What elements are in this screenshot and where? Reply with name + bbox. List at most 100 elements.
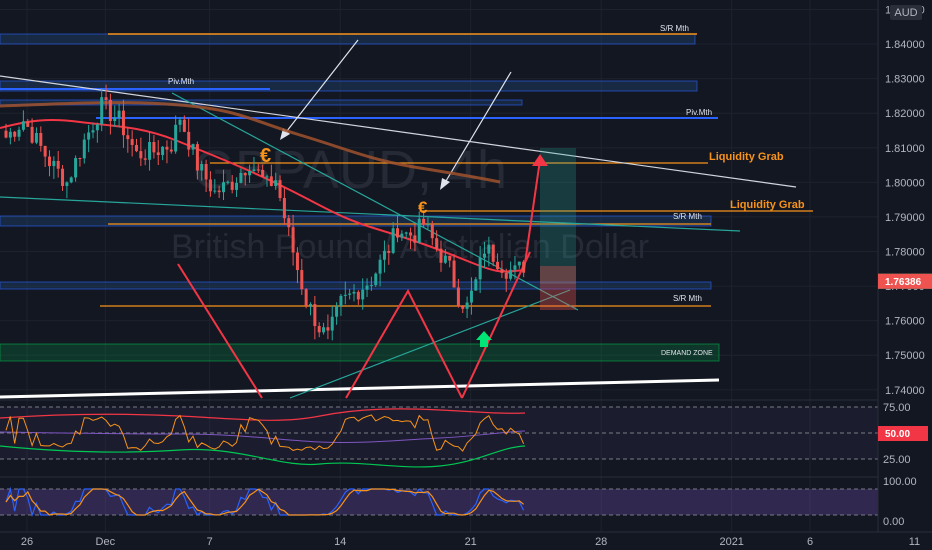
- candle-body[interactable]: [222, 182, 225, 193]
- candle-body[interactable]: [191, 144, 195, 150]
- candle-body[interactable]: [121, 110, 125, 136]
- candle-body[interactable]: [117, 110, 121, 118]
- candle-body[interactable]: [491, 244, 495, 262]
- candle-body[interactable]: [352, 291, 356, 294]
- candle-body[interactable]: [135, 144, 138, 152]
- candle-body[interactable]: [361, 289, 365, 300]
- candle-body[interactable]: [356, 291, 360, 300]
- candle-body[interactable]: [343, 294, 347, 296]
- candle-body[interactable]: [287, 218, 291, 228]
- candle-body[interactable]: [452, 260, 456, 288]
- candle-body[interactable]: [483, 253, 486, 258]
- candle-body[interactable]: [474, 279, 478, 291]
- candle-body[interactable]: [517, 261, 521, 266]
- candle-body[interactable]: [369, 285, 373, 287]
- candle-body[interactable]: [82, 139, 86, 159]
- candle-body[interactable]: [509, 269, 513, 279]
- candle-body[interactable]: [69, 177, 73, 183]
- candle-body[interactable]: [52, 160, 56, 167]
- candle-body[interactable]: [382, 250, 386, 260]
- candle-body[interactable]: [448, 255, 452, 261]
- candle-body[interactable]: [78, 158, 82, 160]
- candle-body[interactable]: [522, 261, 526, 273]
- candle-body[interactable]: [335, 306, 339, 317]
- candle-body[interactable]: [8, 131, 12, 138]
- candle-body[interactable]: [217, 190, 221, 193]
- candle-body[interactable]: [378, 259, 382, 274]
- candle-body[interactable]: [326, 327, 330, 331]
- candle-body[interactable]: [91, 130, 95, 133]
- candle-body[interactable]: [100, 97, 104, 125]
- candle-body[interactable]: [243, 173, 247, 176]
- candle-body[interactable]: [182, 119, 186, 132]
- candle-body[interactable]: [295, 252, 299, 271]
- candle-body[interactable]: [317, 325, 321, 333]
- candle-body[interactable]: [235, 182, 239, 190]
- candle-body[interactable]: [387, 250, 391, 253]
- candle-body[interactable]: [208, 179, 212, 192]
- candle-body[interactable]: [56, 160, 60, 169]
- candle-body[interactable]: [248, 170, 252, 176]
- candle-body[interactable]: [139, 151, 143, 159]
- candle-body[interactable]: [400, 233, 404, 238]
- candle-body[interactable]: [391, 228, 395, 253]
- candle-body[interactable]: [430, 224, 434, 239]
- candle-body[interactable]: [43, 145, 47, 157]
- candle-body[interactable]: [500, 269, 504, 273]
- candle-body[interactable]: [200, 164, 204, 171]
- candle-body[interactable]: [282, 197, 286, 219]
- candle-body[interactable]: [87, 132, 91, 140]
- indicator-pane-rsi[interactable]: [0, 406, 878, 468]
- candle-body[interactable]: [34, 132, 38, 143]
- candle-body[interactable]: [439, 248, 443, 263]
- candle-body[interactable]: [239, 173, 243, 183]
- candle-body[interactable]: [26, 121, 30, 127]
- candle-body[interactable]: [226, 181, 230, 183]
- indicator-pane-stoch[interactable]: [0, 486, 878, 518]
- candle-body[interactable]: [274, 180, 278, 186]
- candle-body[interactable]: [291, 227, 295, 253]
- candle-body[interactable]: [348, 293, 352, 295]
- candle-body[interactable]: [265, 176, 269, 178]
- candle-body[interactable]: [152, 142, 156, 153]
- candle-body[interactable]: [456, 287, 460, 307]
- candle-body[interactable]: [426, 224, 430, 226]
- candle-body[interactable]: [330, 316, 334, 331]
- candle-body[interactable]: [396, 228, 399, 238]
- candle-body[interactable]: [65, 182, 69, 186]
- candle-body[interactable]: [413, 235, 417, 243]
- candle-body[interactable]: [365, 285, 369, 290]
- candle-body[interactable]: [465, 302, 469, 309]
- zone-current[interactable]: [0, 281, 712, 290]
- candle-body[interactable]: [178, 119, 182, 125]
- candle-body[interactable]: [148, 142, 152, 160]
- candle-body[interactable]: [256, 169, 260, 171]
- candle-body[interactable]: [409, 232, 413, 236]
- position-stop-zone[interactable]: [540, 266, 576, 310]
- candle-body[interactable]: [95, 124, 99, 131]
- candle-body[interactable]: [126, 135, 130, 140]
- candle-body[interactable]: [278, 180, 282, 198]
- candle-body[interactable]: [21, 121, 25, 130]
- candle-body[interactable]: [74, 158, 78, 178]
- candle-body[interactable]: [300, 270, 304, 290]
- position-target-zone[interactable]: [540, 148, 576, 284]
- candle-body[interactable]: [339, 295, 343, 307]
- candle-body[interactable]: [156, 152, 160, 156]
- candle-body[interactable]: [269, 176, 273, 186]
- candle-body[interactable]: [143, 158, 147, 160]
- candle-body[interactable]: [443, 255, 447, 263]
- candle-body[interactable]: [165, 146, 169, 150]
- candle-body[interactable]: [13, 131, 17, 137]
- candle-body[interactable]: [435, 238, 439, 249]
- candle-body[interactable]: [313, 304, 317, 326]
- candle-body[interactable]: [195, 144, 199, 171]
- candle-body[interactable]: [469, 290, 473, 303]
- candle-body[interactable]: [309, 304, 312, 306]
- candle-body[interactable]: [204, 164, 208, 180]
- candle-body[interactable]: [161, 146, 165, 156]
- candle-body[interactable]: [513, 265, 517, 270]
- candle-body[interactable]: [17, 129, 21, 137]
- candle-body[interactable]: [169, 149, 173, 152]
- candle-body[interactable]: [404, 232, 408, 234]
